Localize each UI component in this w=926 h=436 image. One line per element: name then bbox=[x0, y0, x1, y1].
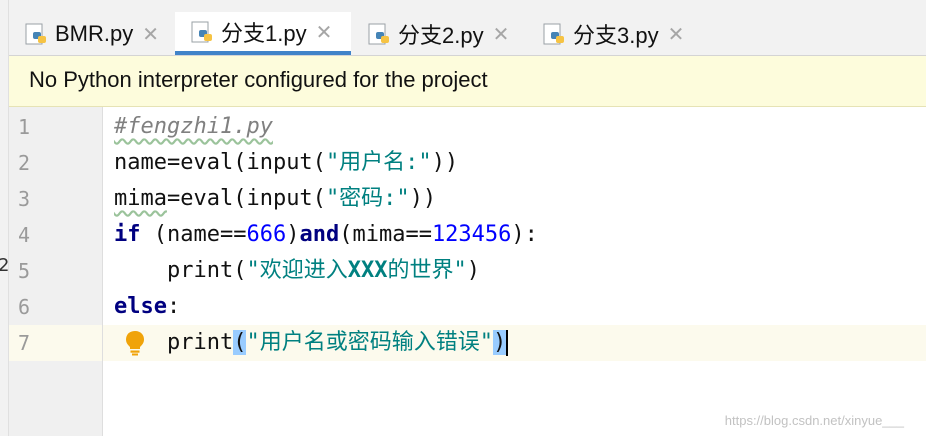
line-number: 5 bbox=[18, 259, 31, 283]
code-text: =eval(input( bbox=[166, 186, 326, 211]
tab-fenzhi2[interactable]: 分支2.py ✕ bbox=[352, 12, 526, 55]
text-caret bbox=[506, 330, 509, 356]
line-number: 7 bbox=[18, 331, 31, 355]
close-icon[interactable]: ✕ bbox=[316, 20, 333, 44]
editor-tab-bar: BMR.py ✕ 分支1.py ✕ 分支2.py ✕ 分支3.py ✕ bbox=[9, 0, 926, 56]
line-number: 4 bbox=[18, 223, 31, 247]
tab-label: BMR.py bbox=[55, 20, 134, 46]
code-text: ) bbox=[466, 258, 480, 283]
tab-fenzhi1[interactable]: 分支1.py ✕ bbox=[175, 12, 351, 55]
code-text: (mima== bbox=[339, 222, 432, 247]
code-keyword: else bbox=[114, 294, 167, 319]
code-number: 123456 bbox=[431, 222, 512, 247]
matched-paren-close: ) bbox=[492, 330, 507, 355]
code-line-2[interactable]: name=eval(input("用户名:")) bbox=[114, 145, 458, 181]
code-identifier: name bbox=[114, 150, 167, 175]
code-text: print bbox=[114, 330, 234, 355]
code-comment: #fengzhi1.py bbox=[114, 114, 273, 139]
code-text: : bbox=[166, 294, 181, 319]
close-icon[interactable]: ✕ bbox=[668, 22, 685, 46]
code-text: )) bbox=[431, 150, 459, 175]
code-string: "用户名或密码输入错误" bbox=[246, 330, 493, 355]
code-text: )) bbox=[409, 186, 437, 211]
code-line-5[interactable]: print("欢迎进入XXX的世界") bbox=[114, 253, 480, 289]
code-string: "用户名:" bbox=[325, 150, 432, 175]
code-text: ) bbox=[286, 222, 300, 247]
python-file-icon bbox=[368, 23, 389, 44]
code-line-1[interactable]: #fengzhi1.py bbox=[114, 109, 273, 145]
code-line-3[interactable]: mima=eval(input("密码:")) bbox=[114, 181, 436, 217]
watermark: https://blog.csdn.net/xinyue___ bbox=[724, 413, 904, 428]
code-string: "欢迎进入XXX的世界" bbox=[246, 258, 466, 283]
tab-label: 分支2.py bbox=[398, 22, 484, 48]
code-line-6[interactable]: else: bbox=[114, 289, 180, 325]
tab-fenzhi3[interactable]: 分支3.py ✕ bbox=[527, 12, 701, 55]
code-text: print( bbox=[114, 258, 247, 283]
tab-label: 分支3.py bbox=[573, 22, 659, 48]
python-file-icon bbox=[543, 23, 564, 44]
tab-bmr[interactable]: BMR.py ✕ bbox=[9, 12, 174, 55]
code-editor[interactable]: 1 2 3 4 5 6 7 #fengzhi1.py name=eval(inp… bbox=[9, 107, 926, 436]
close-icon[interactable]: ✕ bbox=[493, 22, 510, 46]
python-file-icon bbox=[191, 21, 212, 42]
line-number: 3 bbox=[18, 187, 31, 211]
line-number: 2 bbox=[18, 151, 31, 175]
close-icon[interactable]: ✕ bbox=[142, 22, 159, 46]
code-string-part: "欢迎进入 bbox=[246, 258, 348, 283]
line-number: 6 bbox=[18, 295, 31, 319]
banner-message: No Python interpreter configured for the… bbox=[29, 67, 488, 92]
tab-label: 分支1.py bbox=[221, 20, 307, 46]
code-line-4[interactable]: if (name==666)and(mima==123456): bbox=[114, 217, 538, 253]
code-text: (name== bbox=[140, 222, 247, 247]
code-identifier: mima bbox=[114, 186, 167, 211]
code-keyword: if bbox=[114, 222, 141, 247]
code-string: "密码:" bbox=[325, 186, 410, 211]
code-line-7[interactable]: print("用户名或密码输入错误") bbox=[114, 325, 509, 361]
code-text: ): bbox=[511, 222, 538, 247]
line-number-gutter[interactable]: 1 2 3 4 5 6 7 bbox=[9, 107, 103, 436]
matched-paren-open: ( bbox=[233, 330, 247, 355]
code-text: =eval(input( bbox=[166, 150, 326, 175]
project-panel-edge[interactable]: 2 bbox=[0, 0, 9, 436]
code-keyword: and bbox=[299, 222, 340, 247]
code-number: 666 bbox=[246, 222, 287, 247]
code-string-part: 的世界" bbox=[387, 258, 467, 283]
python-file-icon bbox=[25, 23, 46, 44]
code-string-bold: XXX bbox=[347, 258, 388, 283]
interpreter-warning-banner: No Python interpreter configured for the… bbox=[9, 56, 926, 107]
line-number: 1 bbox=[18, 115, 31, 139]
